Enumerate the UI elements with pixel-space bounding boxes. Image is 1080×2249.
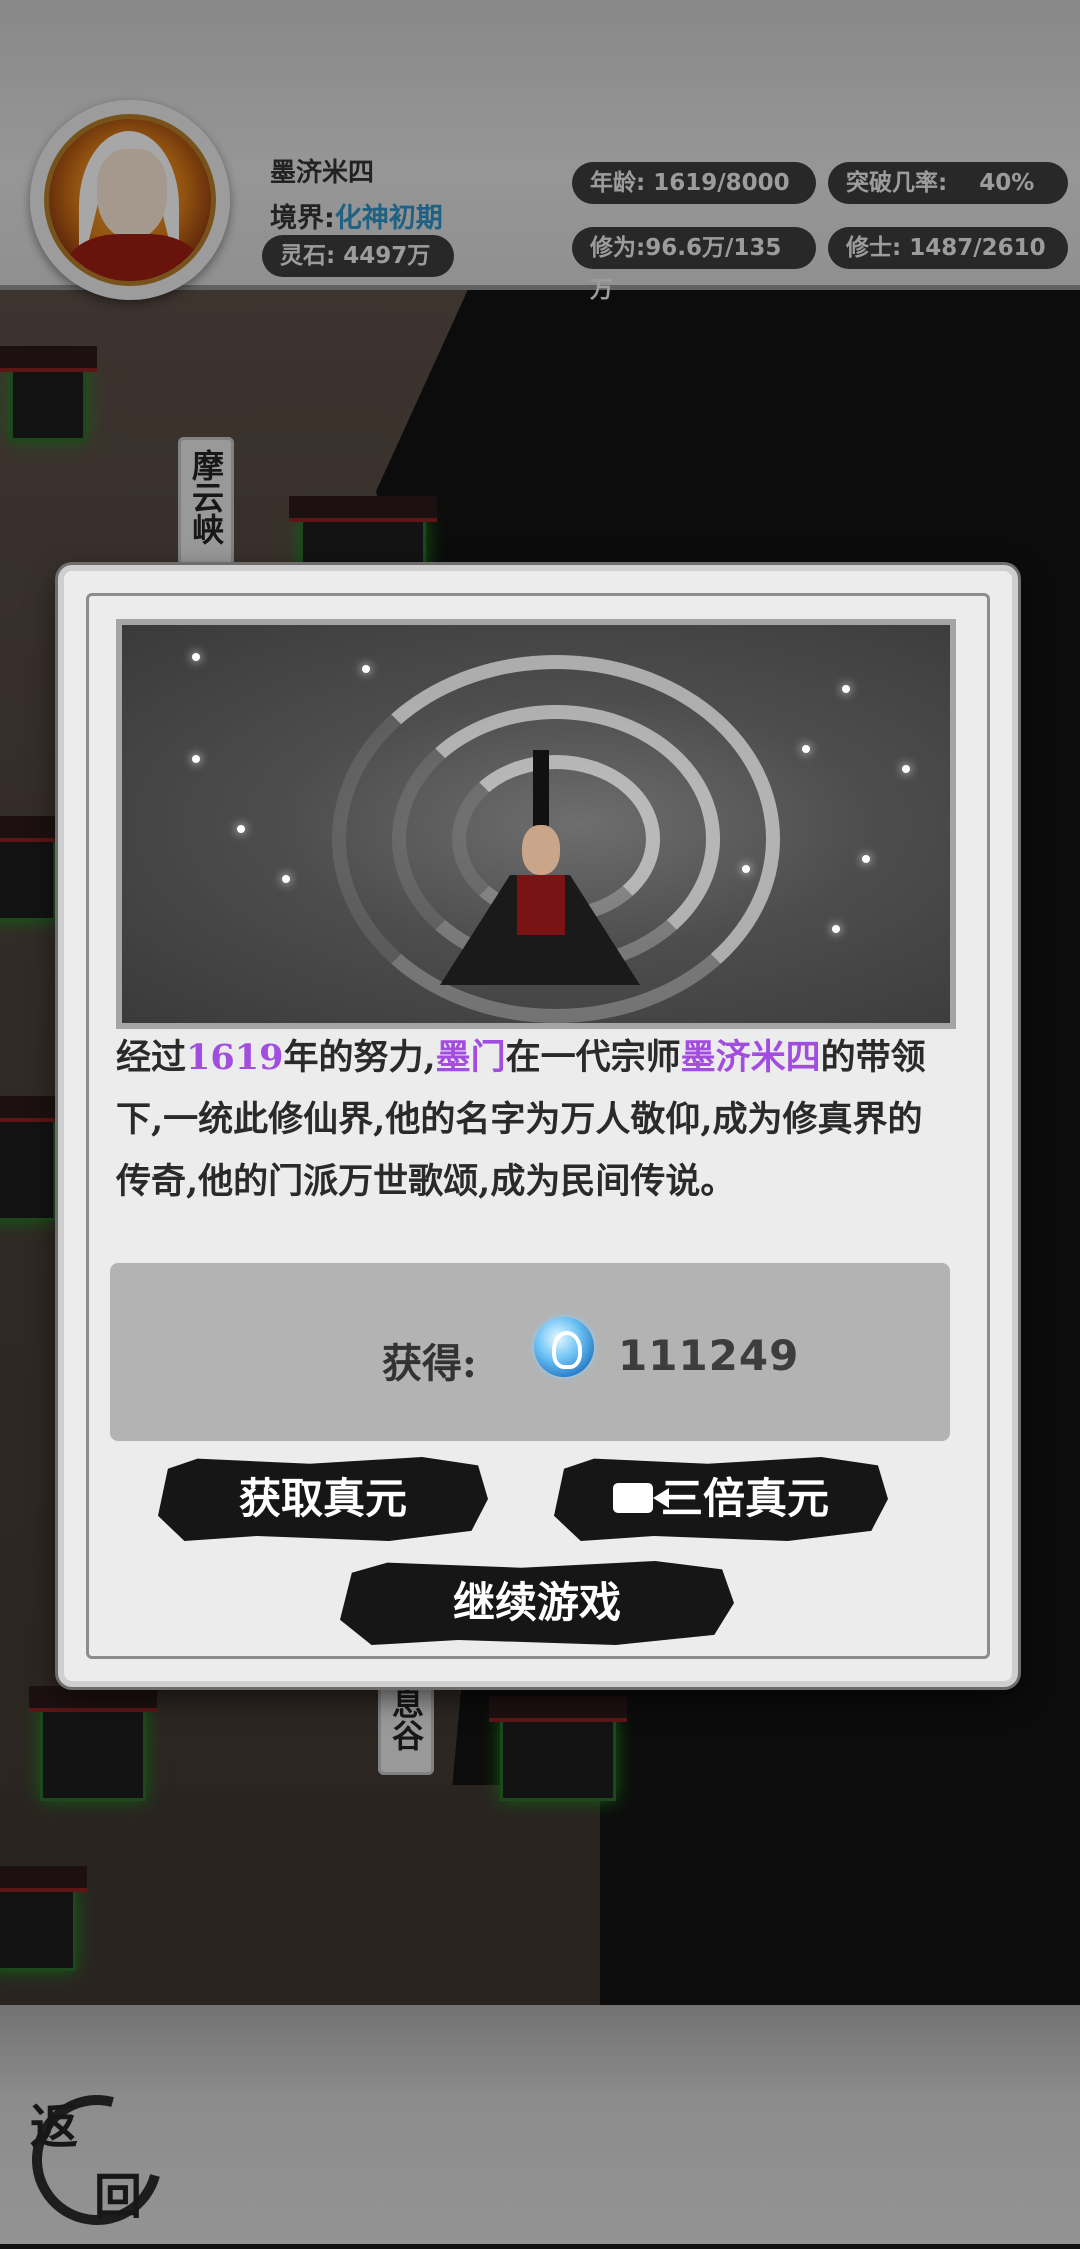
ascension-result-dialog: 经过1619年的努力,墨门在一代宗师墨济米四的带领下,一统此修仙界,他的名字为万… [58, 565, 1018, 1687]
reward-panel: 获得: 111249 [110, 1263, 950, 1441]
triple-true-essence-button[interactable]: 三倍真元 [554, 1457, 888, 1541]
sage-robe-collar [517, 875, 565, 935]
meditation-scene-image [116, 619, 956, 1029]
get-true-essence-button[interactable]: 获取真元 [158, 1457, 488, 1541]
sage-hat [533, 750, 549, 830]
story-sect-name: 墨门 [435, 1037, 506, 1078]
continue-game-button[interactable]: 继续游戏 [340, 1561, 734, 1645]
story-part-3: 在一代宗师 [505, 1037, 681, 1078]
story-years: 1619 [186, 1037, 284, 1078]
reward-label: 获得: [382, 1340, 477, 1387]
continue-game-label: 继续游戏 [452, 1578, 621, 1627]
story-part-2: 年的努力, [283, 1037, 436, 1078]
true-essence-orb-icon [534, 1317, 594, 1377]
video-ad-icon [612, 1483, 669, 1513]
story-master-name: 墨济米四 [680, 1037, 821, 1078]
story-part-1: 经过 [116, 1037, 187, 1078]
triple-true-essence-label: 三倍真元 [660, 1474, 829, 1523]
sage-head [522, 825, 560, 875]
get-true-essence-label: 获取真元 [238, 1474, 407, 1523]
reward-amount: 111249 [618, 1331, 800, 1380]
story-text: 经过1619年的努力,墨门在一代宗师墨济米四的带领下,一统此修仙界,他的名字为万… [116, 1027, 956, 1213]
